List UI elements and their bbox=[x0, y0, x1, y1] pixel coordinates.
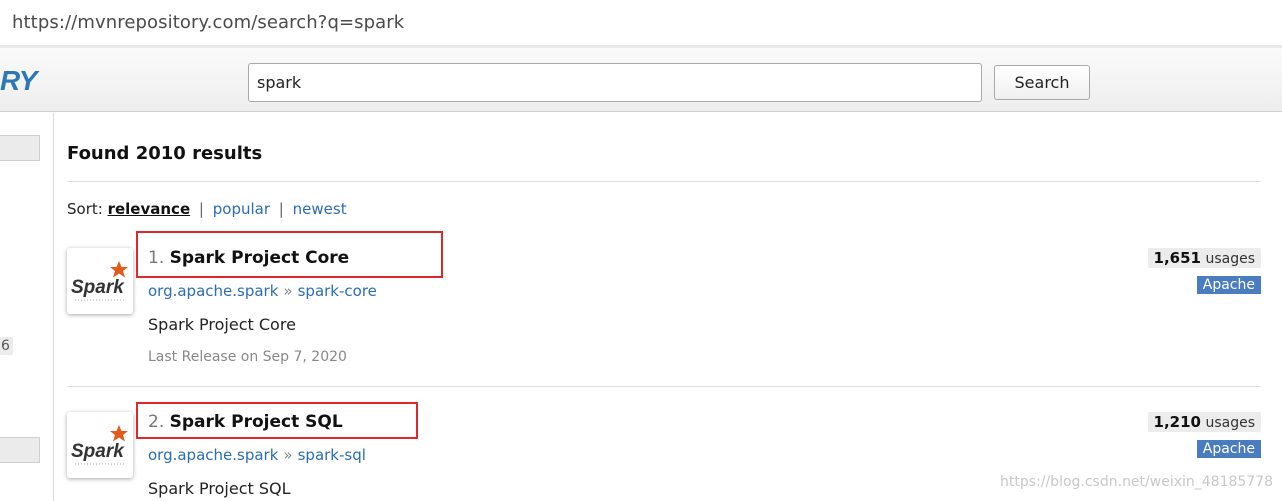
usages-badge[interactable]: 1,651 usages bbox=[1147, 248, 1261, 268]
site-logo[interactable]: RY bbox=[0, 65, 37, 97]
breadcrumb-separator: » bbox=[283, 282, 293, 300]
result-description: Spark Project SQL bbox=[148, 479, 291, 498]
usages-count: 1,651 bbox=[1153, 249, 1201, 267]
sort-separator: | bbox=[278, 200, 284, 218]
usages-label: usages bbox=[1205, 415, 1255, 431]
site-header: RY Search bbox=[0, 48, 1282, 112]
breadcrumb-separator: » bbox=[283, 446, 293, 464]
result-item: Spark 1. Spark Project Core org.apache.s… bbox=[67, 231, 1261, 378]
svg-text:Spark: Spark bbox=[71, 277, 125, 298]
sort-bar: Sort: relevance | popular | newest bbox=[67, 200, 347, 218]
browser-address-bar[interactable]: https://mvnrepository.com/search?q=spark bbox=[0, 0, 1282, 46]
group-id-link[interactable]: org.apache.spark bbox=[148, 446, 278, 464]
spark-logo-image[interactable]: Spark bbox=[67, 412, 133, 478]
sidebar-item[interactable] bbox=[0, 135, 40, 161]
url-text[interactable]: https://mvnrepository.com/search?q=spark bbox=[12, 12, 404, 33]
result-coordinates: org.apache.spark » spark-core bbox=[148, 282, 377, 300]
highlight-annotation-box bbox=[136, 402, 418, 439]
sort-newest-link[interactable]: newest bbox=[293, 200, 347, 218]
artifact-id-link[interactable]: spark-sql bbox=[298, 446, 366, 464]
highlight-annotation-box bbox=[136, 231, 443, 278]
svg-text:Spark: Spark bbox=[71, 441, 125, 462]
search-button[interactable]: Search bbox=[994, 65, 1090, 100]
left-sidebar: 6 bbox=[0, 113, 54, 501]
sidebar-item[interactable] bbox=[0, 437, 40, 463]
sort-label: Sort: bbox=[67, 200, 103, 218]
search-input[interactable] bbox=[248, 63, 982, 102]
divider bbox=[67, 386, 1261, 387]
usages-count: 1,210 bbox=[1153, 413, 1201, 431]
spark-logo-image[interactable]: Spark bbox=[67, 248, 133, 314]
watermark-text: https://blog.csdn.net/weixin_48185778 bbox=[1000, 474, 1274, 490]
sort-popular-link[interactable]: popular bbox=[213, 200, 270, 218]
group-id-link[interactable]: org.apache.spark bbox=[148, 282, 278, 300]
results-count-heading: Found 2010 results bbox=[67, 143, 263, 164]
divider bbox=[67, 181, 1261, 182]
license-badge[interactable]: Apache bbox=[1196, 276, 1261, 294]
result-description: Spark Project Core bbox=[148, 315, 296, 334]
artifact-id-link[interactable]: spark-core bbox=[298, 282, 377, 300]
sort-relevance-link[interactable]: relevance bbox=[108, 200, 191, 218]
result-release-date: Last Release on Sep 7, 2020 bbox=[148, 349, 347, 365]
sort-separator: | bbox=[198, 200, 204, 218]
result-coordinates: org.apache.spark » spark-sql bbox=[148, 446, 366, 464]
license-badge[interactable]: Apache bbox=[1196, 440, 1261, 458]
sidebar-count-badge: 6 bbox=[0, 337, 13, 355]
usages-label: usages bbox=[1205, 251, 1255, 267]
usages-badge[interactable]: 1,210 usages bbox=[1147, 412, 1261, 432]
